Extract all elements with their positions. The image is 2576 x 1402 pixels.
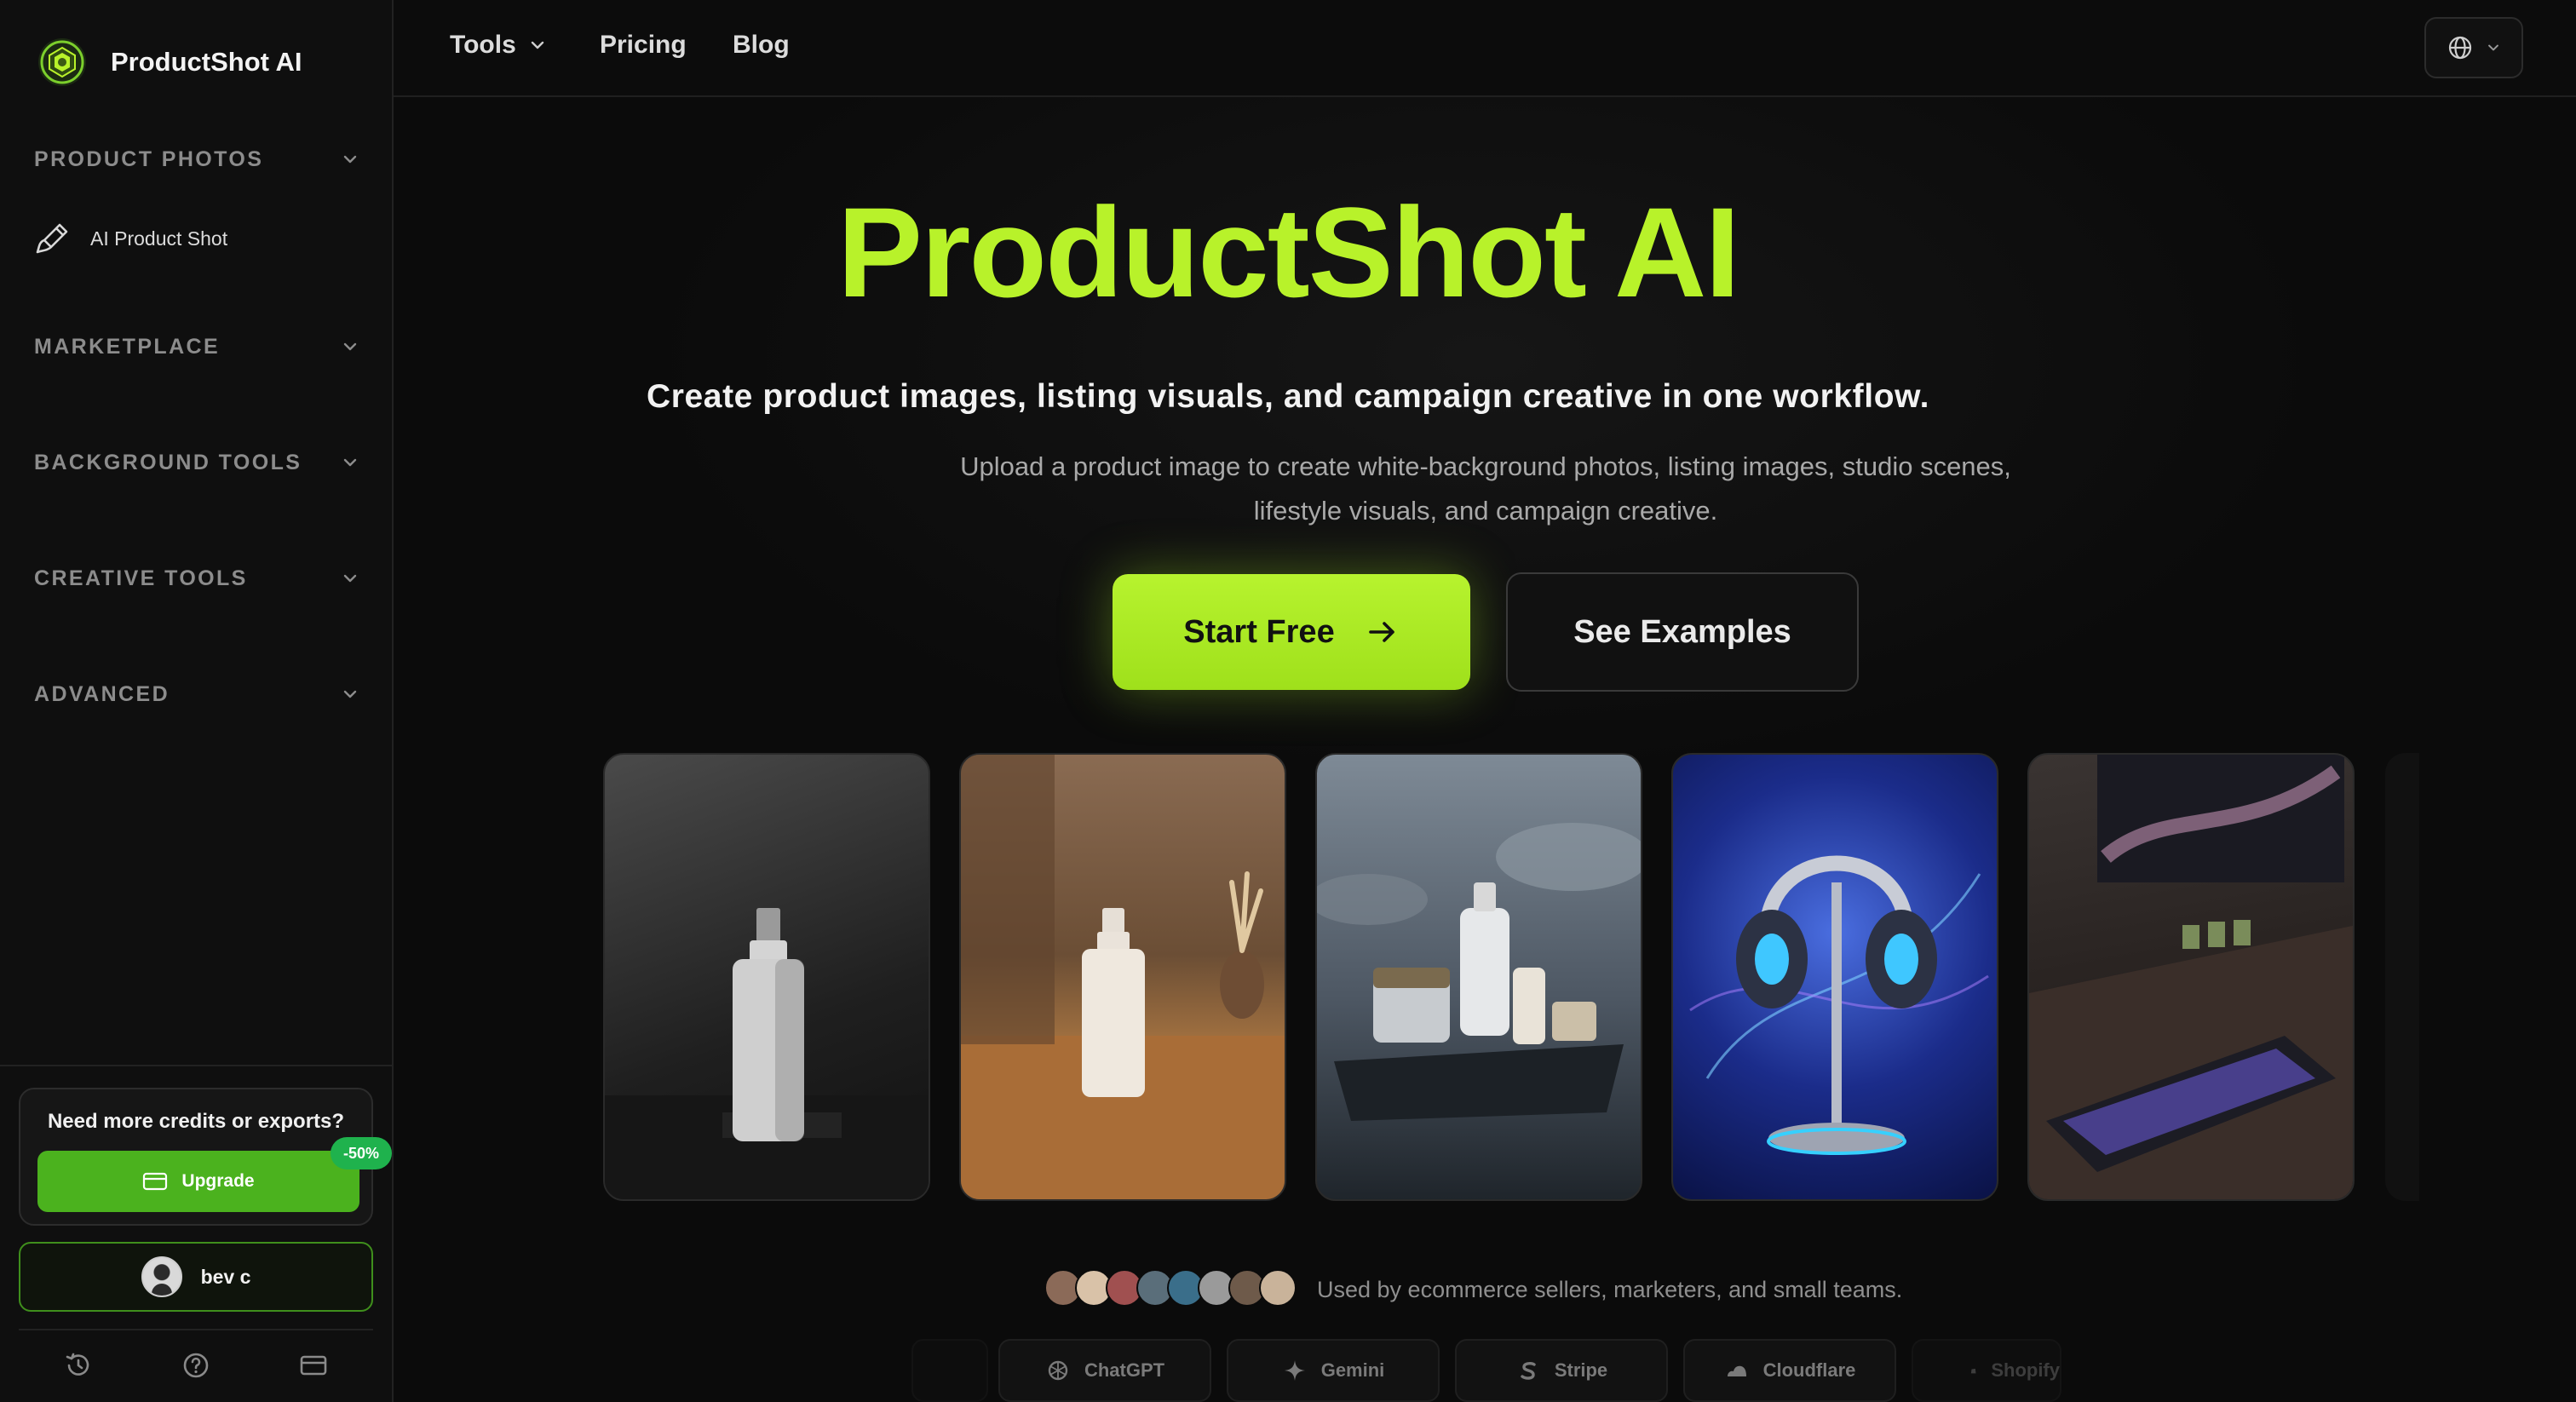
shopify-icon bbox=[1970, 1368, 1976, 1374]
brand[interactable]: ProductShot AI bbox=[36, 36, 302, 89]
bottle-illustration bbox=[605, 908, 929, 1199]
gallery-next-card bbox=[2385, 753, 2419, 1201]
chevron-down-icon bbox=[343, 342, 357, 351]
sidebar-section-marketplace[interactable]: MARKETPLACE bbox=[34, 330, 359, 364]
example-image-bottle-wood[interactable] bbox=[959, 753, 1286, 1201]
sidebar-section-creative-tools[interactable]: CREATIVE TOOLS bbox=[34, 561, 359, 595]
nav-blog[interactable]: Blog bbox=[733, 31, 790, 60]
example-image-headphones[interactable] bbox=[1671, 753, 1998, 1201]
nav-tools[interactable]: Tools bbox=[450, 31, 547, 60]
see-examples-button[interactable]: See Examples bbox=[1506, 572, 1859, 692]
nav-pricing-label: Pricing bbox=[600, 31, 687, 59]
chevron-down-icon bbox=[531, 41, 543, 49]
credit-card-icon bbox=[143, 1172, 168, 1191]
start-free-label: Start Free bbox=[1183, 613, 1335, 650]
trust-text: Used by ecommerce sellers, marketers, an… bbox=[1317, 1277, 1903, 1302]
gemini-icon bbox=[1284, 1360, 1305, 1381]
logo-label: Shopify bbox=[1991, 1359, 2060, 1381]
nav-pricing[interactable]: Pricing bbox=[600, 31, 687, 60]
sidebar-section-label: ADVANCED bbox=[34, 681, 170, 706]
logo-label: Gemini bbox=[1320, 1359, 1385, 1381]
top-navigation: Tools Pricing Blog bbox=[394, 0, 2576, 97]
sidebar-section-label: CREATIVE TOOLS bbox=[34, 566, 248, 590]
sidebar-section-background-tools[interactable]: BACKGROUND TOOLS bbox=[34, 445, 359, 480]
stripe-icon bbox=[1521, 1362, 1536, 1380]
example-image-skincare-set[interactable] bbox=[1315, 753, 1642, 1201]
credits-card: Need more credits or exports? Upgrade -5… bbox=[19, 1088, 392, 1226]
billing-card-icon[interactable] bbox=[298, 1350, 329, 1381]
logo-pill-partial bbox=[911, 1339, 988, 1402]
chevron-down-icon bbox=[343, 690, 357, 698]
arrow-right-icon bbox=[1368, 622, 1394, 642]
sidebar-section-product-photos[interactable]: PRODUCT PHOTOS bbox=[34, 142, 359, 176]
credits-title: Need more credits or exports? bbox=[47, 1110, 345, 1133]
upgrade-label: Upgrade bbox=[181, 1171, 255, 1191]
skincare-illustration bbox=[1317, 823, 1641, 1121]
brand-logo-icon bbox=[38, 38, 86, 86]
nav-tools-label: Tools bbox=[450, 31, 516, 59]
start-free-button[interactable]: Start Free bbox=[1113, 574, 1470, 690]
nav-blog-label: Blog bbox=[733, 31, 790, 59]
user-account-button[interactable]: bev c bbox=[19, 1242, 373, 1312]
brand-name: ProductShot AI bbox=[111, 47, 302, 77]
chevron-down-icon bbox=[343, 574, 357, 583]
example-image-desk-keyboard[interactable] bbox=[2027, 753, 2355, 1201]
globe-icon bbox=[2448, 36, 2472, 60]
sidebar-section-label: PRODUCT PHOTOS bbox=[34, 147, 264, 171]
chatgpt-icon bbox=[1048, 1360, 1068, 1381]
chevron-down-icon bbox=[2488, 44, 2498, 51]
headphones-illustration bbox=[1689, 855, 1989, 1155]
logo-shopify: Shopify bbox=[1912, 1339, 2061, 1402]
logo-gemini: Gemini bbox=[1227, 1339, 1440, 1402]
example-image-bottle-monochrome[interactable] bbox=[603, 753, 930, 1201]
help-icon[interactable] bbox=[181, 1350, 211, 1381]
avatar bbox=[1259, 1269, 1297, 1307]
logo-chatgpt: ChatGPT bbox=[998, 1339, 1211, 1402]
hero-description: Upload a product image to create white-b… bbox=[960, 451, 2011, 526]
logo-stripe: Stripe bbox=[1455, 1339, 1668, 1402]
sidebar-footer-divider bbox=[19, 1329, 373, 1330]
sidebar-divider bbox=[0, 1065, 392, 1066]
desk-illustration bbox=[2029, 755, 2353, 1199]
chevron-down-icon bbox=[343, 155, 357, 164]
avatar bbox=[141, 1256, 182, 1297]
bottle-wood-illustration bbox=[961, 755, 1285, 1199]
sidebar-section-advanced[interactable]: ADVANCED bbox=[34, 677, 359, 711]
history-icon[interactable] bbox=[63, 1350, 94, 1381]
sidebar-section-label: BACKGROUND TOOLS bbox=[34, 450, 302, 474]
upgrade-button[interactable]: Upgrade bbox=[37, 1151, 359, 1212]
chevron-down-icon bbox=[343, 458, 357, 467]
sidebar-section-label: MARKETPLACE bbox=[34, 334, 221, 359]
hero-title: ProductShot AI bbox=[837, 181, 1740, 324]
customer-avatars bbox=[1044, 1269, 1300, 1308]
logo-label: Cloudflare bbox=[1762, 1359, 1856, 1381]
user-name: bev c bbox=[200, 1265, 251, 1288]
cloudflare-icon bbox=[1727, 1365, 1746, 1376]
logo-label: Stripe bbox=[1554, 1359, 1608, 1381]
hero-subtitle: Create product images, listing visuals, … bbox=[646, 378, 1930, 415]
see-examples-label: See Examples bbox=[1573, 613, 1791, 650]
logo-label: ChatGPT bbox=[1084, 1359, 1165, 1381]
language-selector[interactable] bbox=[2424, 17, 2523, 78]
discount-badge: -50% bbox=[331, 1137, 392, 1169]
logo-cloudflare: Cloudflare bbox=[1683, 1339, 1896, 1402]
